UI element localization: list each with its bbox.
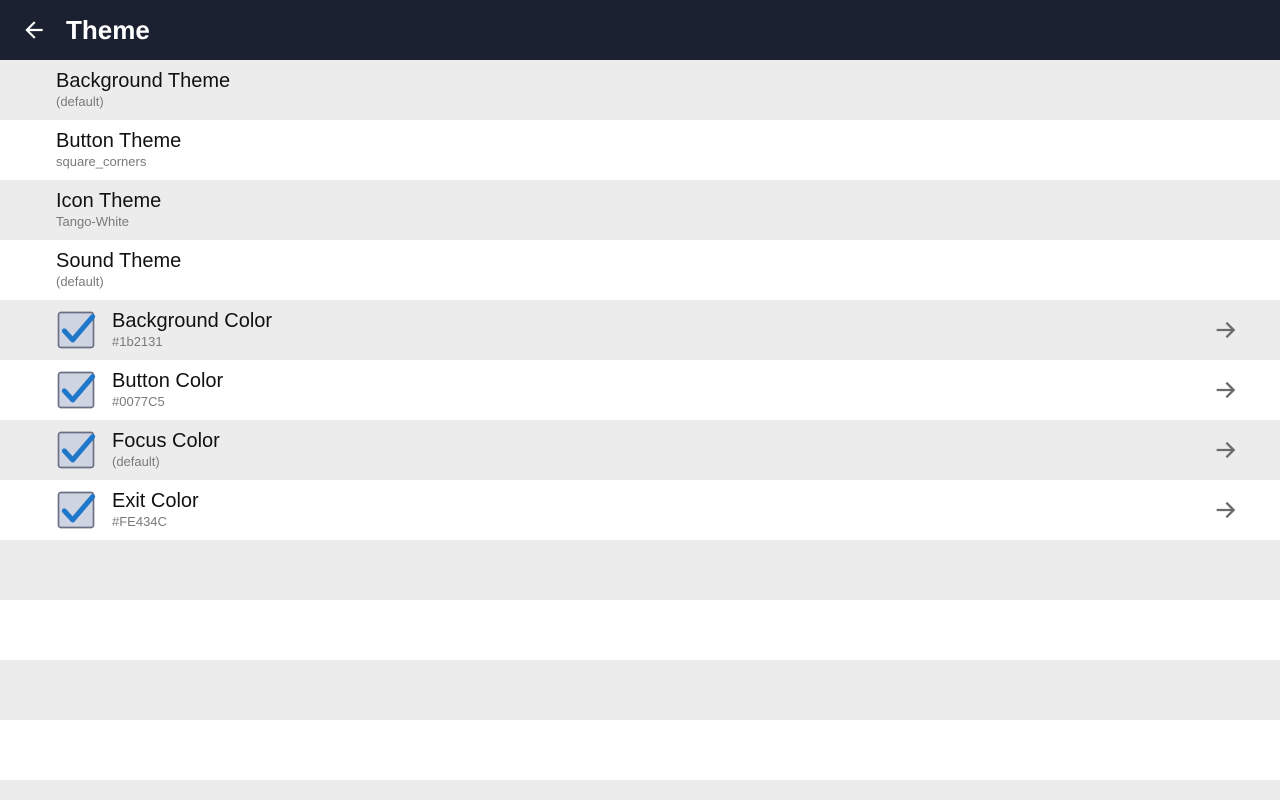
back-arrow-icon [21, 17, 47, 43]
row-text: Background Color #1b2131 [112, 310, 1212, 350]
row-label: Focus Color [112, 430, 1212, 453]
row-text: Button Theme square_corners [56, 130, 1240, 170]
row-label: Button Color [112, 370, 1212, 393]
filler-stripe [0, 660, 1280, 720]
arrow-right-icon [1212, 376, 1240, 404]
row-button-color[interactable]: Button Color #0077C5 [0, 360, 1280, 420]
row-label: Background Color [112, 310, 1212, 333]
row-sublabel: #1b2131 [112, 335, 1212, 350]
header-bar: Theme [0, 0, 1280, 60]
row-sublabel: (default) [112, 455, 1212, 470]
checkbox-checked-icon [56, 310, 96, 350]
row-sublabel: Tango-White [56, 215, 1240, 230]
row-text: Focus Color (default) [112, 430, 1212, 470]
row-sublabel: #0077C5 [112, 395, 1212, 410]
arrow-right-icon [1212, 436, 1240, 464]
checkbox-checked-icon [56, 370, 96, 410]
arrow-right-icon [1212, 496, 1240, 524]
back-button[interactable] [18, 14, 50, 46]
row-sublabel: #FE434C [112, 515, 1212, 530]
row-text: Button Color #0077C5 [112, 370, 1212, 410]
filler-stripe [0, 540, 1280, 600]
checkbox-checked-icon [56, 490, 96, 530]
row-label: Sound Theme [56, 250, 1240, 273]
row-text: Background Theme (default) [56, 70, 1240, 110]
row-sound-theme[interactable]: Sound Theme (default) [0, 240, 1280, 300]
row-sublabel: (default) [56, 275, 1240, 290]
row-exit-color[interactable]: Exit Color #FE434C [0, 480, 1280, 540]
settings-list: Background Theme (default) Button Theme … [0, 60, 1280, 800]
row-sublabel: (default) [56, 95, 1240, 110]
filler-stripe [0, 720, 1280, 780]
checkbox-checked-icon [56, 430, 96, 470]
filler-stripe [0, 780, 1280, 800]
row-background-theme[interactable]: Background Theme (default) [0, 60, 1280, 120]
row-focus-color[interactable]: Focus Color (default) [0, 420, 1280, 480]
row-label: Background Theme [56, 70, 1240, 93]
row-label: Icon Theme [56, 190, 1240, 213]
row-label: Button Theme [56, 130, 1240, 153]
row-icon-theme[interactable]: Icon Theme Tango-White [0, 180, 1280, 240]
row-text: Exit Color #FE434C [112, 490, 1212, 530]
row-text: Sound Theme (default) [56, 250, 1240, 290]
arrow-right-icon [1212, 316, 1240, 344]
row-background-color[interactable]: Background Color #1b2131 [0, 300, 1280, 360]
filler-stripe [0, 600, 1280, 660]
page-title: Theme [66, 15, 150, 46]
row-label: Exit Color [112, 490, 1212, 513]
row-text: Icon Theme Tango-White [56, 190, 1240, 230]
row-button-theme[interactable]: Button Theme square_corners [0, 120, 1280, 180]
row-sublabel: square_corners [56, 155, 1240, 170]
